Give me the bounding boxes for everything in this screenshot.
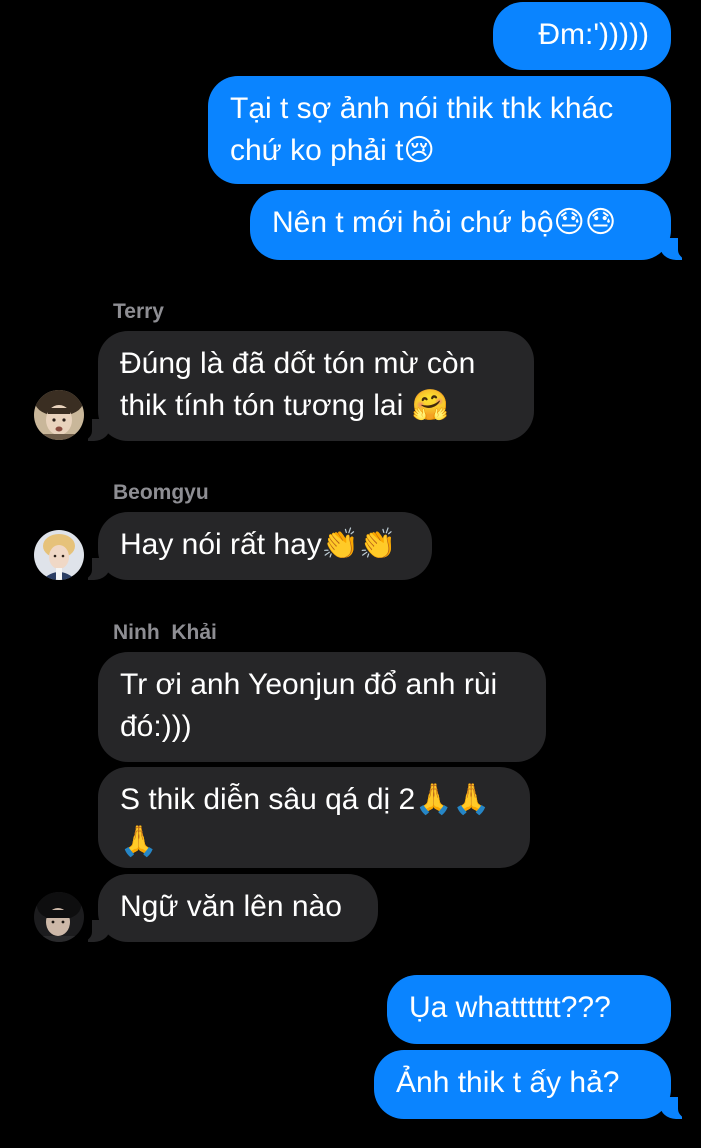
sender-name: Ninh Khải	[113, 621, 217, 644]
bubble-tail	[660, 238, 692, 260]
outgoing-message-bubble[interactable]: Tại t sợ ảnh nói thik thk khác chứ ko ph…	[208, 76, 671, 184]
bubble-tail	[660, 1097, 692, 1119]
avatar[interactable]	[34, 390, 84, 440]
sender-name: Beomgyu	[113, 481, 209, 504]
incoming-message-bubble[interactable]: Ngữ văn lên nào	[98, 874, 378, 942]
chat-transcript: Đm:'))))) Tại t sợ ảnh nói thik thk khác…	[0, 0, 701, 1148]
outgoing-message-bubble[interactable]: Ụa whatttttt???	[387, 975, 671, 1044]
bubble-tail	[78, 920, 110, 942]
outgoing-message-bubble[interactable]: Nên t mới hỏi chứ bộ😓😓	[250, 190, 671, 260]
bubble-tail	[78, 558, 110, 580]
incoming-message-bubble[interactable]: Tr ơi anh Yeonjun đổ anh rùi đó:)))	[98, 652, 546, 762]
outgoing-message-bubble[interactable]: Đm:')))))	[493, 2, 671, 70]
incoming-message-bubble[interactable]: S thik diễn sâu qá dị 2🙏🙏 🙏	[98, 767, 530, 868]
avatar[interactable]	[34, 892, 84, 942]
avatar[interactable]	[34, 530, 84, 580]
outgoing-message-bubble[interactable]: Ảnh thik t ấy hả?	[374, 1050, 671, 1119]
bubble-tail	[78, 419, 110, 441]
incoming-message-bubble[interactable]: Đúng là đã dốt tón mừ còn thik tính tón …	[98, 331, 534, 441]
incoming-message-bubble[interactable]: Hay nói rất hay👏👏	[98, 512, 432, 580]
sender-name: Terry	[113, 300, 164, 323]
